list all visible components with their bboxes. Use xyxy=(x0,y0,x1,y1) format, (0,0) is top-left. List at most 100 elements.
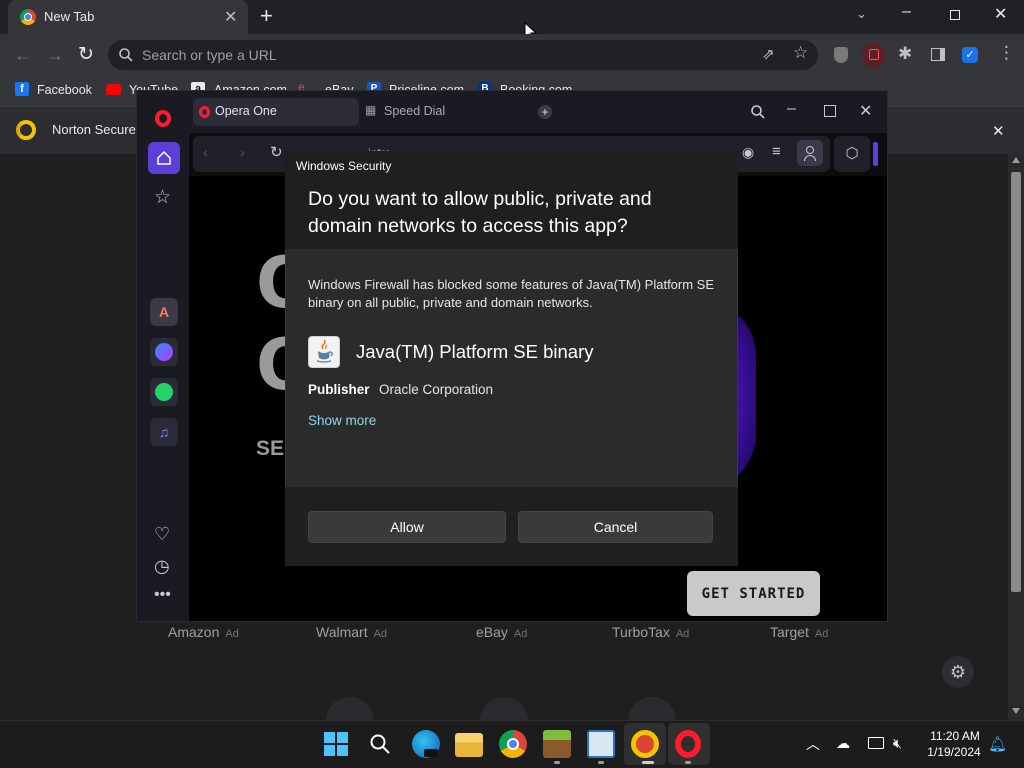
allow-label: Allow xyxy=(390,519,424,535)
facebook-icon: f xyxy=(15,82,29,96)
opera-tab-speed-dial[interactable]: ▦ Speed Dial xyxy=(362,98,522,126)
extensions-puzzle-icon[interactable]: ✱ xyxy=(898,44,912,64)
shortcut-ebay[interactable]: eBay Ad xyxy=(476,624,527,640)
sidebar-home-icon[interactable] xyxy=(148,142,180,174)
speed-dial-icon: ▦ xyxy=(365,103,377,117)
shortcut-amazon[interactable]: Amazon Ad xyxy=(168,624,239,640)
cancel-button[interactable]: Cancel xyxy=(518,511,713,543)
opera-new-tab-icon[interactable]: + xyxy=(538,105,552,119)
extension-shield-icon[interactable] xyxy=(834,47,848,63)
allow-button[interactable]: Allow xyxy=(308,511,506,543)
opera-box-icon[interactable]: ⬡ xyxy=(834,136,870,172)
dialog-body-text: Windows Firewall has blocked some featur… xyxy=(308,277,715,310)
notification-bell-icon[interactable]: 🔔︎ xyxy=(988,735,1007,753)
onedrive-icon[interactable]: ☁ xyxy=(836,735,850,752)
shortcut-turbotax[interactable]: TurboTax Ad xyxy=(612,624,689,640)
sidebar-messenger-icon[interactable] xyxy=(150,338,178,366)
share-icon[interactable]: ⇗ xyxy=(762,45,775,63)
tray-chevron-icon[interactable]: ︿ xyxy=(806,734,820,754)
publisher-value: Oracle Corporation xyxy=(379,382,494,397)
restore-icon[interactable] xyxy=(950,10,960,20)
infobar-text: Norton Secure xyxy=(52,122,136,137)
opera-tab-logo-icon xyxy=(199,106,210,118)
file-explorer-icon[interactable] xyxy=(455,733,483,757)
ad-tag: Ad xyxy=(225,628,239,640)
sidebar-music-icon[interactable]: ♫ xyxy=(150,418,178,446)
norton-logo-icon xyxy=(16,120,36,140)
chrome-taskbar-icon[interactable] xyxy=(499,730,527,758)
shortcut-target[interactable]: Target Ad xyxy=(770,624,828,640)
display-icon[interactable] xyxy=(868,737,884,749)
sidebar-whatsapp-icon[interactable] xyxy=(150,378,178,406)
opera-logo-icon[interactable] xyxy=(155,110,171,127)
taskbar-search-icon[interactable] xyxy=(369,733,391,755)
app-window-icon[interactable] xyxy=(587,730,615,758)
chrome-menu-icon[interactable]: ⋮ xyxy=(998,43,1015,63)
side-panel-icon[interactable] xyxy=(931,48,945,61)
opera-taskbar-icon[interactable] xyxy=(675,730,701,758)
opera-tab-label: Speed Dial xyxy=(384,104,446,118)
shortcut-label: Target xyxy=(770,624,809,640)
norton-chrome-icon[interactable] xyxy=(631,730,659,758)
customize-gear-icon[interactable]: ⚙ xyxy=(942,656,974,688)
volume-muted-icon[interactable]: 🔇︎ xyxy=(893,735,902,752)
running-indicator xyxy=(642,761,654,764)
bookmark-facebook[interactable]: Facebook xyxy=(37,83,92,97)
ad-tag: Ad xyxy=(675,628,690,640)
running-indicator xyxy=(554,761,560,764)
scrollbar-thumb[interactable] xyxy=(1011,172,1021,592)
show-more-link[interactable]: Show more xyxy=(308,413,376,428)
sidebar-star-icon[interactable]: ☆ xyxy=(154,186,171,209)
forward-icon[interactable]: → xyxy=(46,45,64,66)
opera-close-icon[interactable]: ✕ xyxy=(859,101,872,121)
scroll-up-icon[interactable] xyxy=(1012,157,1020,163)
pre-badge xyxy=(424,749,438,757)
content-fragment: SE xyxy=(256,437,285,460)
opera-reload-icon[interactable]: ↻ xyxy=(270,143,283,161)
tab-search-icon[interactable]: ⌄ xyxy=(856,6,867,22)
scroll-down-icon[interactable] xyxy=(1012,708,1020,714)
opera-back-icon[interactable]: ‹ xyxy=(203,144,208,160)
tab-new-tab[interactable]: New Tab ✕ xyxy=(8,0,248,34)
reload-icon[interactable]: ↻ xyxy=(78,43,94,66)
opera-maximize-icon[interactable] xyxy=(824,105,836,117)
opera-search-icon[interactable] xyxy=(750,104,766,120)
sidebar-heart-icon[interactable]: ♡ xyxy=(154,524,170,545)
publisher-label: Publisher xyxy=(308,382,370,397)
opera-tab-label: Opera One xyxy=(215,104,277,118)
extension-lock-icon[interactable] xyxy=(862,43,886,67)
ad-tag: Ad xyxy=(814,628,829,640)
get-started-label: GET STARTED xyxy=(701,585,806,602)
sidebar-history-icon[interactable]: ◷ xyxy=(154,556,170,577)
dialog-question: Do you want to allow public, private and… xyxy=(308,188,652,237)
star-icon[interactable]: ☆ xyxy=(793,43,808,63)
opera-forward-icon[interactable]: › xyxy=(240,144,245,160)
sidebar-more-icon[interactable]: ••• xyxy=(154,586,171,604)
opera-profile-icon[interactable] xyxy=(797,140,823,166)
opera-camera-icon[interactable]: ◉ xyxy=(742,144,754,161)
infobar-close-icon[interactable]: ✕ xyxy=(992,122,1005,140)
minecraft-icon[interactable] xyxy=(543,730,571,758)
opera-minimize-icon[interactable]: – xyxy=(787,100,796,118)
close-window-icon[interactable]: ✕ xyxy=(994,4,1007,24)
ad-tag: Ad xyxy=(373,628,388,640)
close-tab-icon[interactable]: ✕ xyxy=(224,7,237,27)
minimize-icon[interactable]: – xyxy=(902,3,911,21)
get-started-button[interactable]: GET STARTED xyxy=(687,571,820,616)
opera-tab-opera-one[interactable]: Opera One xyxy=(193,98,359,126)
tab-title: New Tab xyxy=(44,9,95,24)
running-indicator xyxy=(598,761,604,764)
start-windows-icon[interactable] xyxy=(324,732,348,756)
shortcut-label: Amazon xyxy=(168,624,220,640)
java-icon xyxy=(308,336,340,368)
omnibox-placeholder: Search or type a URL xyxy=(142,47,277,63)
shortcut-walmart[interactable]: Walmart Ad xyxy=(316,624,387,640)
youtube-icon xyxy=(106,84,121,95)
back-icon[interactable]: ← xyxy=(14,45,32,66)
profile-check-icon[interactable]: ✓ xyxy=(962,47,978,63)
clock-date[interactable]: 1/19/2024 xyxy=(924,745,984,759)
clock-time[interactable]: 11:20 AM xyxy=(930,729,980,743)
new-tab-icon[interactable]: + xyxy=(260,3,273,29)
opera-settings-icon[interactable]: ≡ xyxy=(772,143,781,160)
sidebar-aria-icon[interactable]: A xyxy=(150,298,178,326)
